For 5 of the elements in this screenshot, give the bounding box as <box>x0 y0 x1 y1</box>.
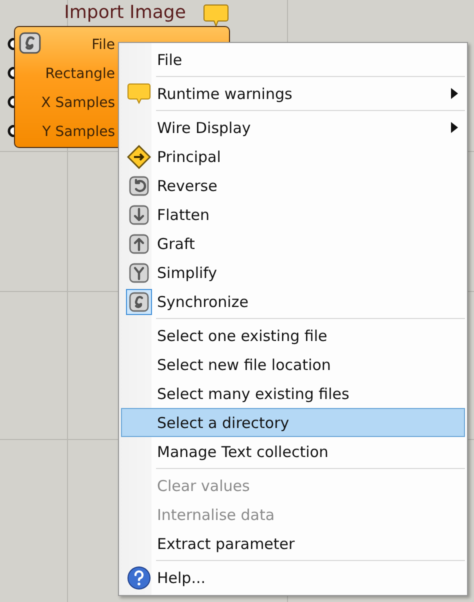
input-label: Rectangle <box>45 66 115 82</box>
input-label: File <box>92 36 115 52</box>
component-title: Import Image <box>63 2 187 23</box>
input-label: X Samples <box>41 94 115 110</box>
input-label: Y Samples <box>42 124 115 140</box>
